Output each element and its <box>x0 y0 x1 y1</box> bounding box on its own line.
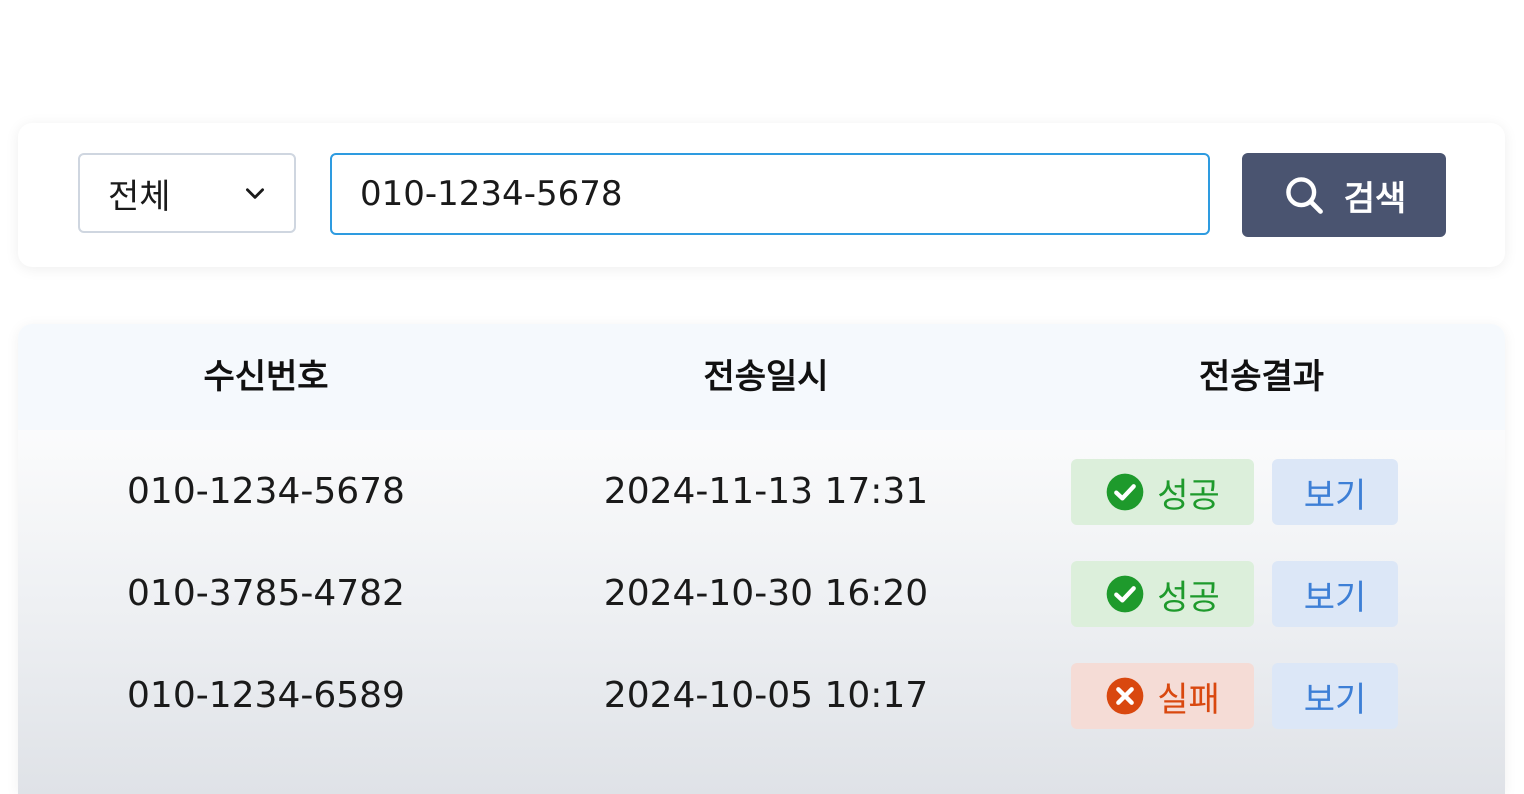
search-button[interactable]: 검색 <box>1242 153 1446 237</box>
search-icon <box>1285 177 1323 214</box>
status-label: 실패 <box>1157 679 1220 720</box>
table-row: 010-1234-5678 2024-11-13 17:31 성공 보기 <box>18 441 1505 543</box>
result-table: 수신번호 전송일시 전송결과 010-1234-5678 2024-11-13 … <box>18 324 1505 794</box>
header-datetime: 전송일시 <box>703 357 829 397</box>
cell-datetime: 2024-11-13 17:31 <box>603 471 929 512</box>
status-label: 성공 <box>1157 577 1220 618</box>
status-badge: 실패 <box>1071 663 1254 729</box>
cell-number: 010-1234-5678 <box>127 471 405 512</box>
filter-select[interactable]: 전체 <box>78 153 296 233</box>
search-button-label: 검색 <box>1343 178 1407 219</box>
view-button[interactable]: 보기 <box>1272 561 1398 627</box>
view-button[interactable]: 보기 <box>1272 663 1398 729</box>
check-circle-icon <box>1106 473 1144 511</box>
chevron-down-icon <box>246 188 264 199</box>
filter-select-value: 전체 <box>108 176 171 217</box>
cell-number: 010-3785-4782 <box>127 573 405 614</box>
table-row: 010-3785-4782 2024-10-30 16:20 성공 보기 <box>18 543 1505 645</box>
table-header: 수신번호 전송일시 전송결과 <box>18 324 1505 430</box>
search-input[interactable] <box>330 153 1210 235</box>
cell-datetime: 2024-10-05 10:17 <box>603 675 929 716</box>
header-number: 수신번호 <box>203 357 329 397</box>
cell-datetime: 2024-10-30 16:20 <box>603 573 929 614</box>
search-panel: 전체 검색 <box>18 123 1505 267</box>
view-button[interactable]: 보기 <box>1272 459 1398 525</box>
cell-number: 010-1234-6589 <box>127 675 405 716</box>
header-result: 전송결과 <box>1198 357 1325 397</box>
table-row: 010-1234-6589 2024-10-05 10:17 실패 보기 <box>18 645 1505 747</box>
status-badge: 성공 <box>1071 459 1254 525</box>
status-badge: 성공 <box>1071 561 1254 627</box>
check-circle-icon <box>1106 575 1144 613</box>
x-circle-icon <box>1106 677 1144 715</box>
status-label: 성공 <box>1157 475 1220 516</box>
